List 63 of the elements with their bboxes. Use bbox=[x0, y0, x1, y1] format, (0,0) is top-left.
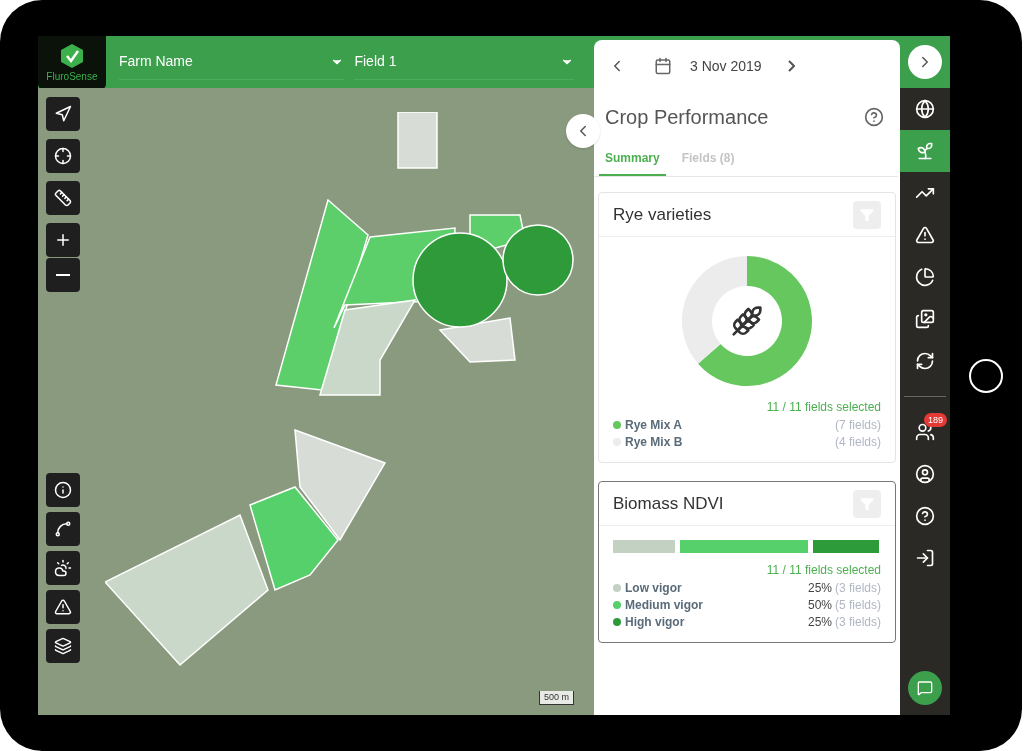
crosshair-icon bbox=[54, 147, 72, 165]
legend-label: Rye Mix A bbox=[625, 416, 682, 434]
farm-dropdown[interactable]: Farm Name bbox=[118, 44, 345, 80]
card-title: Biomass NDVI bbox=[613, 492, 724, 515]
legend-label: Medium vigor bbox=[625, 596, 703, 614]
percent-value: 50% bbox=[807, 596, 832, 614]
image-stack-icon bbox=[915, 309, 935, 329]
panel-tab[interactable]: Summary bbox=[599, 142, 666, 176]
panel-title: Crop Performance bbox=[605, 105, 769, 130]
weather-icon bbox=[54, 559, 72, 577]
field-count: (3 fields) bbox=[835, 613, 881, 631]
field-count: (5 fields) bbox=[835, 596, 881, 614]
legend-label: Low vigor bbox=[625, 579, 682, 597]
wheat-icon bbox=[731, 305, 763, 337]
field-count: (3 fields) bbox=[835, 579, 881, 597]
rail-item[interactable]: 189 bbox=[900, 411, 950, 453]
percent-value: 25% bbox=[807, 579, 832, 597]
logo-text: FluroSense bbox=[46, 69, 98, 84]
pie-chart-icon bbox=[915, 267, 935, 287]
locate-icon bbox=[54, 105, 72, 123]
sprout-icon bbox=[915, 141, 935, 161]
ruler-icon bbox=[54, 189, 72, 207]
people-icon bbox=[915, 422, 935, 442]
field-count: (4 fields) bbox=[835, 433, 881, 451]
legend-label: Rye Mix B bbox=[625, 433, 683, 451]
info-icon bbox=[54, 481, 72, 499]
chevron-right-icon bbox=[787, 60, 795, 72]
help-icon bbox=[864, 107, 884, 127]
zoom-out-button[interactable] bbox=[46, 258, 80, 292]
notification-badge: 189 bbox=[924, 413, 948, 427]
leaf-cube-icon bbox=[58, 42, 85, 69]
panel-tab[interactable]: Fields (8) bbox=[675, 142, 741, 176]
user-icon bbox=[915, 464, 935, 484]
selection-count: 11 / 11 fields selected bbox=[766, 399, 881, 416]
locate-button[interactable] bbox=[46, 97, 80, 131]
calendar-icon bbox=[654, 57, 672, 75]
selection-count: 11 / 11 fields selected bbox=[766, 562, 881, 579]
layers-icon bbox=[54, 637, 72, 655]
warning-icon bbox=[54, 598, 72, 616]
zoom-in-icon bbox=[54, 231, 72, 249]
chat-button[interactable] bbox=[908, 671, 942, 705]
card-title: Rye varieties bbox=[613, 203, 712, 226]
date-label: 3 Nov 2019 bbox=[690, 56, 762, 76]
weather-button[interactable] bbox=[46, 551, 80, 585]
layers-button[interactable] bbox=[46, 629, 80, 663]
next-date-button[interactable] bbox=[787, 60, 795, 72]
field-count: (7 fields) bbox=[835, 416, 881, 434]
help-icon bbox=[915, 506, 935, 526]
home-button[interactable] bbox=[969, 358, 1003, 393]
warning-button[interactable] bbox=[46, 590, 80, 624]
chat-icon bbox=[917, 680, 933, 696]
percent-value: 25% bbox=[807, 613, 832, 631]
warning-icon bbox=[915, 225, 935, 245]
map-scale: 500 m bbox=[539, 690, 574, 705]
ruler-button[interactable] bbox=[46, 181, 80, 215]
crosshair-button[interactable] bbox=[46, 139, 80, 173]
expand-button[interactable] bbox=[908, 45, 942, 79]
legend-label: High vigor bbox=[625, 613, 685, 631]
zoom-in-button[interactable] bbox=[46, 223, 80, 257]
login-icon bbox=[915, 548, 935, 568]
refresh-icon bbox=[915, 351, 935, 371]
info-button[interactable] bbox=[46, 473, 80, 507]
field-dropdown[interactable]: Field 1 bbox=[354, 44, 574, 80]
